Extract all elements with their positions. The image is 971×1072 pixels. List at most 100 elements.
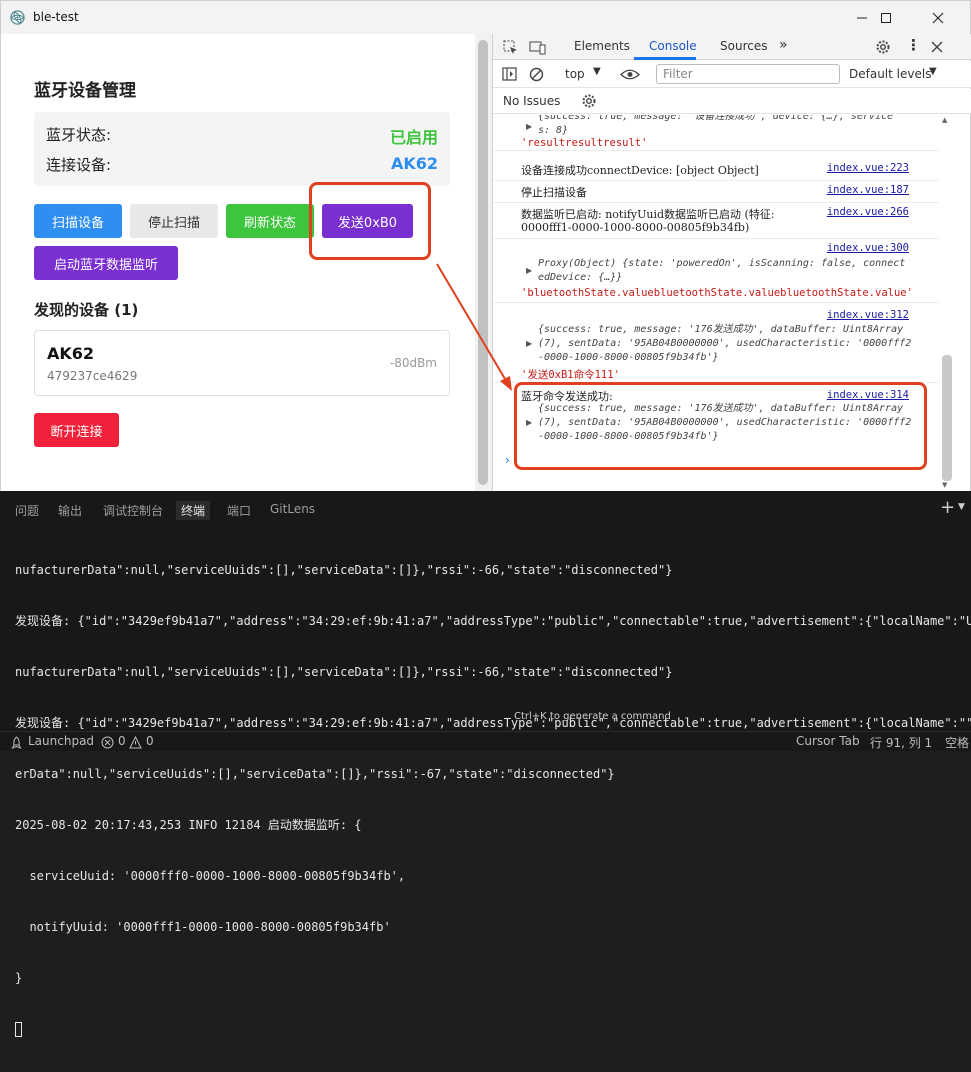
tab-console[interactable]: Console xyxy=(649,39,697,53)
log-string: 'resultresultresult' xyxy=(521,137,648,149)
eye-icon[interactable] xyxy=(620,68,640,81)
terminal-line: serviceUuid: '0000fff0-0000-1000-8000-00… xyxy=(15,869,406,883)
app-scrollbar[interactable] xyxy=(475,34,492,491)
tab-sources[interactable]: Sources xyxy=(720,39,767,53)
page-title: 蓝牙设备管理 xyxy=(34,81,136,101)
tab-terminal[interactable]: 终端 xyxy=(176,501,211,520)
console-scrollbar[interactable]: ▲ ▼ xyxy=(939,115,955,491)
title-bar: ble-test xyxy=(1,1,970,34)
annotation-highlight-console-message xyxy=(514,382,927,470)
console-message: 设备连接成功connectDevice: [object Object] ind… xyxy=(493,159,939,181)
connected-device-label: 连接设备: xyxy=(46,156,112,174)
tab-problems[interactable]: 问题 xyxy=(15,502,39,519)
terminal-line: nufacturerData":null,"serviceUuids":[],"… xyxy=(15,563,673,577)
close-icon xyxy=(932,12,944,23)
log-text: 停止扫描设备 xyxy=(521,186,587,199)
expand-triangle-icon[interactable]: ▶ xyxy=(526,266,532,275)
log-text: 数据监听已启动: notifyUuid数据监听已启动 (特征: xyxy=(521,208,775,221)
tab-ports[interactable]: 端口 xyxy=(227,502,251,519)
terminal-panel: 问题 输出 调试控制台 终端 端口 GitLens + ▼ nufacturer… xyxy=(0,491,971,1037)
tab-gitlens[interactable]: GitLens xyxy=(270,502,315,516)
context-dropdown-icon[interactable]: ▼ xyxy=(593,66,601,77)
tab-debug-console[interactable]: 调试控制台 xyxy=(103,502,163,519)
log-object[interactable]: {success: true, message: '176发送成功', data… xyxy=(538,323,933,365)
filter-input[interactable] xyxy=(656,64,840,84)
source-link[interactable]: index.vue:312 xyxy=(827,309,909,321)
expand-triangle-icon[interactable]: ▶ xyxy=(526,122,532,131)
log-text-continued: 0000fff1-0000-1000-8000-00805f9b34fb) xyxy=(521,221,750,234)
scan-button[interactable]: 扫描设备 xyxy=(34,204,122,238)
terminal-dropdown-icon[interactable]: ▼ xyxy=(958,502,965,512)
generate-command-hint: Ctrl+K to generate a command xyxy=(514,711,671,722)
annotation-highlight-send-button xyxy=(309,182,431,260)
console-message: 数据监听已启动: notifyUuid数据监听已启动 (特征: 0000fff1… xyxy=(493,203,939,239)
status-bar: Launchpad 0 0 Cursor Tab 行 91, 列 1 空格 xyxy=(0,731,971,751)
device-name: AK62 xyxy=(47,344,95,363)
device-rssi: -80dBm xyxy=(389,356,437,370)
sidebar-toggle-icon[interactable] xyxy=(502,67,517,81)
bt-status-value: 已启用 xyxy=(389,128,438,147)
more-tabs-icon[interactable]: » xyxy=(779,37,788,53)
log-levels-dropdown[interactable]: Default levels xyxy=(849,67,931,81)
error-count[interactable]: 0 xyxy=(118,734,126,748)
source-link[interactable]: index.vue:300 xyxy=(827,242,909,254)
terminal-cursor xyxy=(15,1022,22,1037)
error-icon[interactable] xyxy=(101,736,114,749)
terminal-line: nufacturerData":null,"serviceUuids":[],"… xyxy=(15,665,673,679)
status-panel: 蓝牙状态: 已启用 连接设备: AK62 xyxy=(34,112,450,186)
maximize-icon xyxy=(881,12,891,23)
terminal-line: erData":null,"serviceUuids":[],"serviceD… xyxy=(15,767,615,781)
found-devices-title: 发现的设备 (1) xyxy=(34,301,139,319)
device-toolbar-icon[interactable] xyxy=(529,40,546,55)
close-devtools-icon[interactable] xyxy=(931,41,943,53)
devtools-tabbar: Elements Console Sources » ⋮ xyxy=(493,34,971,60)
levels-dropdown-icon[interactable]: ▼ xyxy=(929,66,937,77)
terminal-line: 2025-08-02 20:17:43,253 INFO 12184 启动数据监… xyxy=(15,818,362,832)
terminal-output[interactable]: nufacturerData":null,"serviceUuids":[],"… xyxy=(15,528,971,1072)
console-message: index.vue:300 ▶ Proxy(Object) {state: 'p… xyxy=(493,239,939,303)
bt-status-label: 蓝牙状态: xyxy=(46,126,112,144)
launchpad-label[interactable]: Launchpad xyxy=(28,734,94,748)
cursor-tab-status[interactable]: Cursor Tab xyxy=(796,734,860,748)
source-link[interactable]: index.vue:187 xyxy=(827,184,909,196)
tab-output[interactable]: 输出 xyxy=(58,502,82,519)
app-pane: 蓝牙设备管理 蓝牙状态: 已启用 连接设备: AK62 扫描设备 停止扫描 刷新… xyxy=(1,34,475,491)
expand-triangle-icon[interactable]: ▶ xyxy=(526,339,532,348)
clear-console-icon[interactable] xyxy=(529,67,544,82)
log-object[interactable]: Proxy(Object) {state: 'poweredOn', isSca… xyxy=(538,257,933,285)
window-title: ble-test xyxy=(33,10,79,24)
start-monitor-button[interactable]: 启动蓝牙数据监听 xyxy=(34,246,178,280)
warning-icon[interactable] xyxy=(129,736,142,749)
new-terminal-icon[interactable]: + xyxy=(940,497,955,518)
rocket-icon[interactable] xyxy=(10,736,23,749)
terminal-line: } xyxy=(15,971,23,985)
connected-device-value: AK62 xyxy=(390,154,438,173)
log-object[interactable]: {success: true, message: '设备连接成功', devic… xyxy=(538,115,918,138)
settings-gear-icon[interactable] xyxy=(875,39,891,55)
active-tab-indicator xyxy=(634,57,696,60)
tab-elements[interactable]: Elements xyxy=(574,39,630,53)
disconnect-button[interactable]: 断开连接 xyxy=(34,413,119,447)
terminal-line: 发现设备: {"id":"3429ef9b41a7","address":"34… xyxy=(15,716,971,730)
source-link[interactable]: index.vue:266 xyxy=(827,206,909,218)
cursor-position[interactable]: 行 91, 列 1 xyxy=(870,734,932,751)
electron-icon xyxy=(10,10,25,25)
inspect-element-icon[interactable] xyxy=(503,40,518,55)
maximize-button[interactable] xyxy=(863,1,909,34)
device-card[interactable]: AK62 479237ce4629 -80dBm xyxy=(34,330,450,396)
source-link[interactable]: index.vue:223 xyxy=(827,162,909,174)
indentation-status[interactable]: 空格 xyxy=(945,734,969,751)
close-button[interactable] xyxy=(915,1,961,34)
console-settings-gear-icon[interactable] xyxy=(581,93,597,109)
console-message: index.vue:312 ▶ {success: true, message:… xyxy=(493,303,939,383)
warning-count[interactable]: 0 xyxy=(146,734,154,748)
more-options-icon[interactable]: ⋮ xyxy=(906,36,921,54)
stop-scan-button[interactable]: 停止扫描 xyxy=(130,204,218,238)
console-prompt-icon[interactable]: › xyxy=(505,453,510,467)
no-issues-label: No Issues xyxy=(503,94,561,108)
context-selector[interactable]: top xyxy=(565,67,585,81)
terminal-line: 发现设备: {"id":"3429ef9b41a7","address":"34… xyxy=(15,614,971,628)
refresh-button[interactable]: 刷新状态 xyxy=(226,204,314,238)
console-toolbar: top ▼ Default levels ▼ xyxy=(493,61,971,88)
console-message: ▶ {success: true, message: '设备连接成功', dev… xyxy=(493,115,939,151)
